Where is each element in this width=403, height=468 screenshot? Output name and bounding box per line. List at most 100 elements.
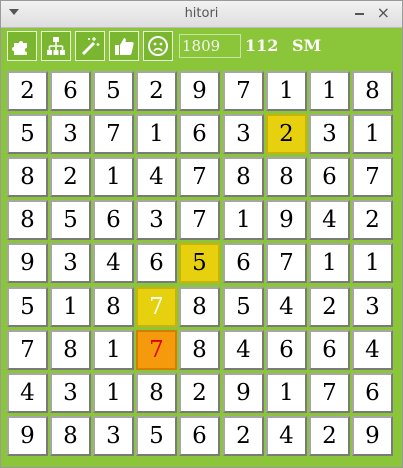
board-cell[interactable]: 5 [7, 287, 48, 327]
sad-face-icon [148, 36, 168, 56]
puzzle-piece-icon [12, 41, 27, 55]
board-cell[interactable]: 7 [266, 243, 307, 283]
board-cell[interactable]: 3 [223, 114, 264, 154]
board-cell[interactable]: 4 [223, 330, 264, 370]
board-cell[interactable]: 1 [352, 243, 393, 283]
board-cell[interactable]: 4 [266, 416, 307, 456]
board-cell[interactable]: 1 [136, 114, 177, 154]
board-cell[interactable]: 1 [93, 373, 134, 413]
board-cell[interactable]: 8 [266, 157, 307, 197]
board-cell[interactable]: 6 [179, 416, 220, 456]
board-cell[interactable]: 2 [352, 200, 393, 240]
board-cell[interactable]: 8 [50, 416, 91, 456]
board-cell[interactable]: 6 [179, 114, 220, 154]
board-cell[interactable]: 2 [7, 71, 48, 111]
board-cell[interactable]: 5 [136, 416, 177, 456]
board-cell[interactable]: 6 [50, 71, 91, 111]
board-cell[interactable]: 7 [179, 200, 220, 240]
board-cell[interactable]: 2 [309, 287, 350, 327]
board-cell[interactable]: 9 [7, 243, 48, 283]
board-cell[interactable]: 7 [309, 373, 350, 413]
mode-label: SM [292, 36, 322, 55]
board-cell[interactable]: 8 [223, 157, 264, 197]
close-icon[interactable]: × [377, 4, 390, 22]
window-title: hitori [184, 6, 219, 21]
puzzle-button[interactable] [7, 31, 37, 61]
board-cell[interactable]: 8 [179, 330, 220, 370]
board-cell[interactable]: 6 [136, 243, 177, 283]
board-cell[interactable]: 4 [7, 373, 48, 413]
board-cell[interactable]: 8 [179, 287, 220, 327]
board-cell[interactable]: 9 [352, 416, 393, 456]
board-cell[interactable]: 2 [136, 71, 177, 111]
board-cell[interactable]: 1 [309, 71, 350, 111]
board-cell[interactable]: 1 [50, 287, 91, 327]
toolbar: 112 SM [1, 28, 402, 66]
board-cell[interactable]: 2 [309, 416, 350, 456]
board-cell[interactable]: 3 [93, 416, 134, 456]
board-cell[interactable]: 2 [266, 114, 307, 154]
board-cell[interactable]: 6 [93, 200, 134, 240]
board-cell[interactable]: 8 [50, 330, 91, 370]
board-cell[interactable]: 9 [223, 373, 264, 413]
count-label: 112 [245, 36, 279, 55]
board-cell[interactable]: 6 [266, 330, 307, 370]
board-cell[interactable]: 1 [266, 373, 307, 413]
board-cell[interactable]: 6 [352, 373, 393, 413]
board-cell[interactable]: 1 [223, 200, 264, 240]
board-cell[interactable]: 7 [93, 114, 134, 154]
thumbs-up-icon [115, 38, 134, 55]
board-cell[interactable]: 1 [93, 157, 134, 197]
magic-wand-button[interactable] [75, 31, 105, 61]
hierarchy-button[interactable] [41, 31, 71, 61]
board-cell[interactable]: 3 [136, 200, 177, 240]
board-cell[interactable]: 7 [223, 71, 264, 111]
board-cell[interactable]: 4 [309, 200, 350, 240]
board-cell[interactable]: 7 [179, 157, 220, 197]
board-cell[interactable]: 3 [50, 373, 91, 413]
board-cell[interactable]: 2 [50, 157, 91, 197]
board-cell[interactable]: 1 [266, 71, 307, 111]
board-cell[interactable]: 9 [7, 416, 48, 456]
hierarchy-tree-icon [47, 37, 65, 55]
board-cell[interactable]: 7 [7, 330, 48, 370]
minimize-icon[interactable] [355, 13, 364, 15]
board-cell[interactable]: 8 [93, 287, 134, 327]
board-cell[interactable]: 8 [7, 157, 48, 197]
board-cell[interactable]: 3 [50, 243, 91, 283]
board-cell[interactable]: 6 [223, 243, 264, 283]
hitori-board: 2652971185371632318214788678563719429346… [7, 71, 397, 461]
title-bar: hitori × [1, 1, 402, 28]
board-cell[interactable]: 4 [136, 157, 177, 197]
board-cell[interactable]: 5 [50, 200, 91, 240]
board-cell[interactable]: 8 [7, 200, 48, 240]
board-cell[interactable]: 3 [50, 114, 91, 154]
board-cell[interactable]: 1 [93, 330, 134, 370]
board-cell[interactable]: 9 [179, 71, 220, 111]
board-cell[interactable]: 5 [223, 287, 264, 327]
sad-face-button[interactable] [143, 31, 173, 61]
board-cell[interactable]: 5 [179, 243, 220, 283]
board-cell[interactable]: 1 [309, 243, 350, 283]
board-cell[interactable]: 8 [352, 71, 393, 111]
board-cell[interactable]: 4 [93, 243, 134, 283]
thumbs-up-button[interactable] [109, 31, 139, 61]
board-cell[interactable]: 7 [136, 287, 177, 327]
board-cell[interactable]: 4 [352, 330, 393, 370]
board-cell[interactable]: 5 [7, 114, 48, 154]
board-cell[interactable]: 3 [309, 114, 350, 154]
board-cell[interactable]: 6 [309, 157, 350, 197]
board-cell[interactable]: 7 [136, 330, 177, 370]
board-cell[interactable]: 6 [309, 330, 350, 370]
puzzle-number-input[interactable] [179, 34, 241, 58]
board-cell[interactable]: 4 [266, 287, 307, 327]
board-cell[interactable]: 1 [352, 114, 393, 154]
board-cell[interactable]: 2 [223, 416, 264, 456]
board-cell[interactable]: 5 [93, 71, 134, 111]
board-cell[interactable]: 9 [266, 200, 307, 240]
board-cell[interactable]: 8 [136, 373, 177, 413]
hitori-window: hitori × 1809 112 SM 2 6 5 2 9 7 1 1 8 5… [0, 0, 403, 468]
board-cell[interactable]: 2 [179, 373, 220, 413]
board-cell[interactable]: 7 [352, 157, 393, 197]
board-cell[interactable]: 3 [352, 287, 393, 327]
